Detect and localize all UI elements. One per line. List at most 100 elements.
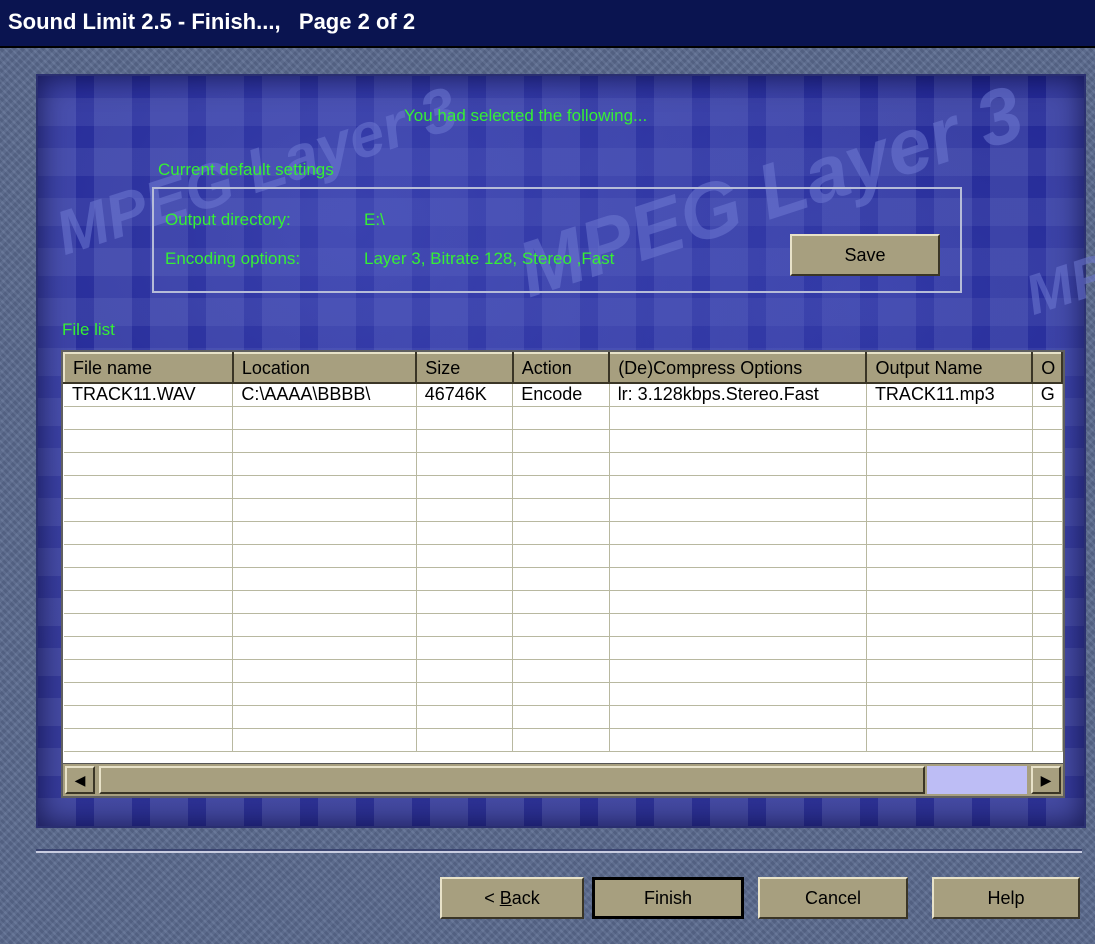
table-cell	[609, 682, 867, 706]
table-cell	[512, 521, 610, 545]
table-cell: TRACK11.mp3	[866, 383, 1033, 407]
table-cell	[512, 475, 610, 499]
cancel-button[interactable]: Cancel	[758, 877, 908, 919]
table-cell	[232, 498, 417, 522]
encoding-options-value: Layer 3, Bitrate 128, Stereo ,Fast	[364, 249, 615, 268]
column-header[interactable]: O	[1031, 352, 1063, 384]
table-cell	[512, 498, 610, 522]
table-cell	[416, 682, 514, 706]
table-cell	[866, 521, 1033, 545]
column-header[interactable]: Location	[231, 352, 418, 384]
table-cell	[1032, 682, 1063, 706]
table-header-row: File name Location Size Action (De)Compress …	[63, 352, 1063, 384]
table-cell	[232, 728, 417, 752]
table-cell	[416, 544, 514, 568]
table-cell	[64, 613, 234, 637]
table-cell	[64, 705, 234, 729]
table-row[interactable]	[64, 590, 1063, 614]
table-cell	[1032, 544, 1063, 568]
table-row[interactable]	[64, 682, 1063, 706]
scroll-right-arrow-icon[interactable]: ▶	[1031, 766, 1061, 794]
table-cell	[232, 659, 417, 683]
table-row[interactable]	[64, 429, 1063, 453]
table-cell	[64, 728, 234, 752]
table-row[interactable]	[64, 705, 1063, 729]
finish-button[interactable]: Finish	[592, 877, 744, 919]
save-button[interactable]: Save	[790, 234, 940, 276]
table-row[interactable]	[64, 452, 1063, 476]
column-header[interactable]: Output Name	[865, 352, 1034, 384]
table-cell	[1032, 452, 1063, 476]
table-row[interactable]	[64, 659, 1063, 683]
table-cell	[866, 728, 1033, 752]
table-row[interactable]: TRACK11.WAV C:\AAAA\BBBB\ 46746K Encode lr: …	[64, 383, 1063, 407]
table-row[interactable]	[64, 567, 1063, 591]
table-cell	[512, 590, 610, 614]
table-row[interactable]	[64, 636, 1063, 660]
table-cell	[232, 613, 417, 637]
table-row[interactable]	[64, 728, 1063, 752]
file-list-table[interactable]: File name Location Size Action (De)Compress …	[61, 350, 1065, 798]
output-directory-value: E:\	[364, 210, 385, 229]
table-row[interactable]	[64, 406, 1063, 430]
table-cell	[1032, 590, 1063, 614]
table-cell	[64, 567, 234, 591]
table-cell	[866, 475, 1033, 499]
table-row[interactable]	[64, 613, 1063, 637]
table-cell	[1032, 636, 1063, 660]
table-cell	[609, 452, 867, 476]
default-settings-label: Current default settings	[158, 160, 334, 179]
table-cell	[609, 636, 867, 660]
table-cell	[1032, 567, 1063, 591]
table-cell	[416, 705, 514, 729]
table-cell	[609, 521, 867, 545]
table-cell	[232, 682, 417, 706]
table-cell	[512, 452, 610, 476]
table-cell	[512, 636, 610, 660]
table-row[interactable]	[64, 521, 1063, 545]
table-cell	[609, 728, 867, 752]
table-cell	[64, 544, 234, 568]
back-button[interactable]: < Back	[440, 877, 584, 919]
table-cell	[512, 682, 610, 706]
table-cell	[64, 406, 234, 430]
file-grid: File name Location Size Action (De)Compress …	[63, 352, 1063, 752]
table-cell	[232, 590, 417, 614]
watermark-text: MPEG Layer 3	[1017, 150, 1095, 327]
table-cell	[609, 705, 867, 729]
table-cell	[64, 498, 234, 522]
scrollbar-track[interactable]	[927, 766, 1027, 794]
title-bar[interactable]: Sound Limit 2.5 - Finish..., Page 2 of 2	[0, 0, 1095, 48]
button-divider	[36, 849, 1082, 853]
table-cell	[609, 498, 867, 522]
column-header[interactable]: Size	[415, 352, 514, 384]
table-cell	[866, 567, 1033, 591]
table-row[interactable]	[64, 544, 1063, 568]
table-cell	[1032, 613, 1063, 637]
table-cell	[416, 567, 514, 591]
table-cell	[416, 636, 514, 660]
table-cell	[1032, 728, 1063, 752]
table-cell	[1032, 475, 1063, 499]
table-cell	[64, 521, 234, 545]
table-row[interactable]	[64, 475, 1063, 499]
table-cell	[64, 452, 234, 476]
column-header[interactable]: Action	[511, 352, 611, 384]
table-cell	[512, 705, 610, 729]
table-cell	[609, 429, 867, 453]
column-header[interactable]: (De)Compress Options	[608, 352, 868, 384]
table-row[interactable]	[64, 498, 1063, 522]
back-prefix: <	[484, 888, 500, 908]
horizontal-scrollbar[interactable]: ◀ ▶	[63, 763, 1063, 796]
table-cell	[609, 567, 867, 591]
file-list-label: File list	[62, 320, 115, 339]
table-cell	[1032, 659, 1063, 683]
help-button[interactable]: Help	[932, 877, 1080, 919]
table-cell	[512, 406, 610, 430]
table-cell	[512, 567, 610, 591]
scroll-left-arrow-icon[interactable]: ◀	[65, 766, 95, 794]
scrollbar-thumb[interactable]	[99, 766, 925, 794]
table-cell	[232, 452, 417, 476]
summary-heading: You had selected the following...	[404, 106, 648, 125]
column-header[interactable]: File name	[63, 352, 234, 384]
